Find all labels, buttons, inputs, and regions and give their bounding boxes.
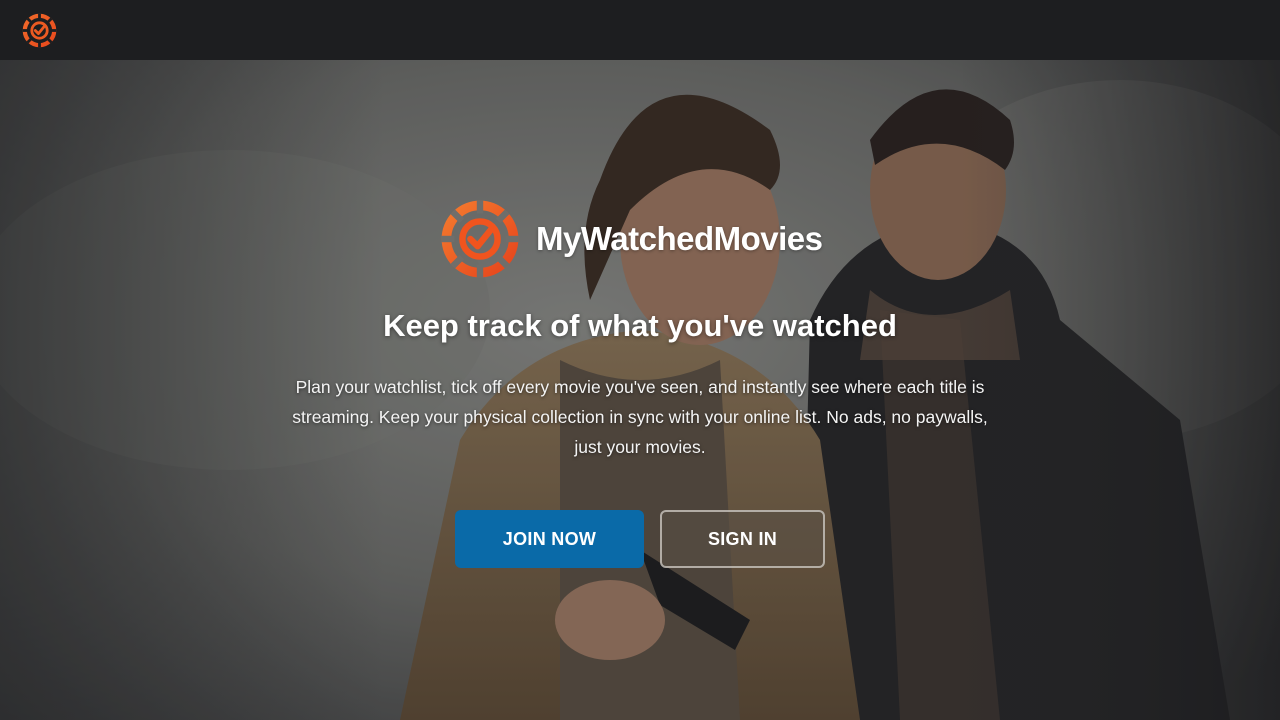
hero-content: MyWatchedMovies Keep track of what you'v… — [0, 60, 1280, 720]
join-now-button[interactable]: JOIN NOW — [455, 510, 644, 568]
top-navigation-bar — [0, 0, 1280, 60]
brand-name: MyWatchedMovies — [536, 220, 823, 257]
sign-in-button[interactable]: SIGN IN — [660, 510, 825, 568]
brand-lockup: MyWatchedMovies — [440, 199, 823, 279]
hero-tagline: Plan your watchlist, tick off every movi… — [292, 377, 988, 457]
hero-section: MyWatchedMovies Keep track of what you'v… — [0, 60, 1280, 720]
page-headline: Keep track of what you've watched — [383, 308, 897, 343]
film-reel-check-icon[interactable] — [22, 13, 57, 48]
film-reel-check-icon — [441, 200, 519, 278]
